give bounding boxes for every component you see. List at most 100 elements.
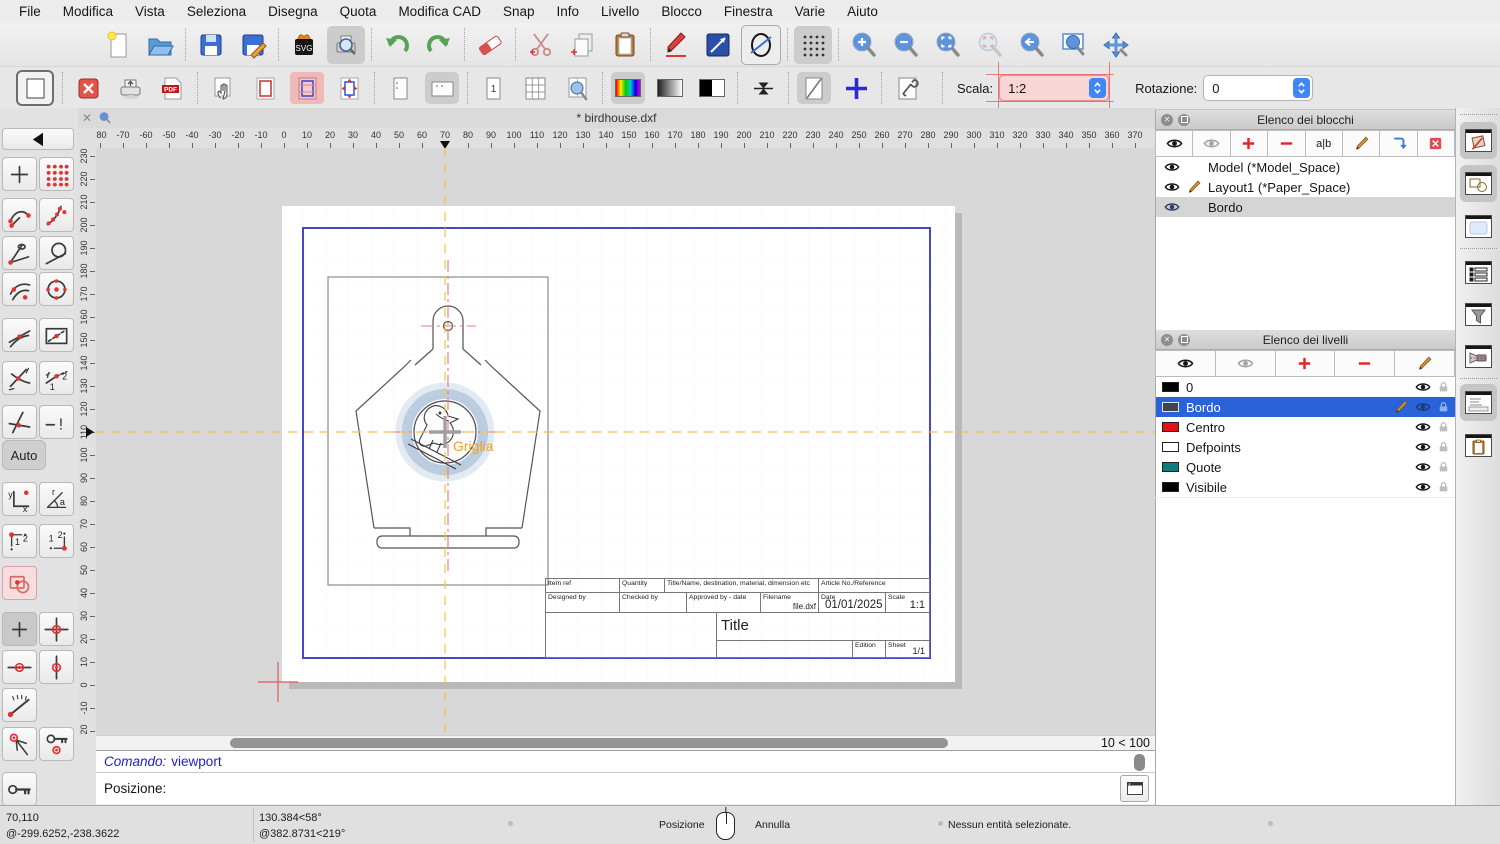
key-lock-button[interactable] bbox=[2, 772, 37, 806]
menu-varie[interactable]: Varie bbox=[784, 4, 837, 19]
page-border-icon[interactable] bbox=[248, 72, 282, 104]
layer-color-swatch[interactable] bbox=[1162, 422, 1179, 432]
close-layout-icon[interactable] bbox=[71, 72, 105, 104]
zero-target-button[interactable] bbox=[39, 612, 74, 646]
console-window-button[interactable] bbox=[1120, 775, 1149, 802]
entity-list-icon[interactable] bbox=[1460, 254, 1497, 291]
block-panel-float-icon[interactable] bbox=[1178, 114, 1190, 126]
select-entities-button[interactable] bbox=[2, 566, 37, 600]
crosshair-icon[interactable] bbox=[839, 72, 873, 104]
command-window-icon[interactable] bbox=[1460, 384, 1497, 421]
color-mode-icon[interactable] bbox=[611, 72, 645, 104]
coords-cartesian-button[interactable]: yx bbox=[2, 482, 37, 516]
menu-quota[interactable]: Quota bbox=[329, 4, 388, 19]
blackwhite-mode-icon[interactable] bbox=[695, 72, 729, 104]
block-rename-button[interactable]: a|b bbox=[1305, 130, 1343, 157]
menu-livello[interactable]: Livello bbox=[590, 4, 650, 19]
layer-add-button[interactable] bbox=[1275, 350, 1336, 377]
zoom-previous-icon[interactable] bbox=[1013, 26, 1051, 64]
lock-icon[interactable] bbox=[1437, 379, 1450, 395]
block-row-bordo[interactable]: Bordo bbox=[1156, 197, 1455, 217]
print-preview-icon[interactable] bbox=[327, 26, 365, 64]
layer-row-centro[interactable]: Centro bbox=[1156, 417, 1455, 437]
snap-center-button[interactable] bbox=[39, 272, 74, 306]
block-row-model[interactable]: Model (*Model_Space) bbox=[1156, 157, 1455, 177]
snap-free-button[interactable] bbox=[2, 157, 37, 191]
block-insert-button[interactable] bbox=[1379, 130, 1417, 157]
eye-icon[interactable] bbox=[1415, 419, 1431, 435]
clipboard-view-icon[interactable] bbox=[1460, 427, 1497, 464]
angle-gauge-button[interactable] bbox=[2, 688, 37, 722]
save-icon[interactable] bbox=[192, 26, 230, 64]
zoom-page-icon[interactable] bbox=[560, 72, 594, 104]
pointer-target-button[interactable] bbox=[2, 727, 37, 761]
view-projector-icon[interactable] bbox=[1460, 338, 1497, 375]
snap-endpoints-button[interactable] bbox=[2, 198, 37, 232]
export-svg-icon[interactable]: SVG bbox=[285, 26, 323, 64]
zoom-out-icon[interactable] bbox=[887, 26, 925, 64]
layer-remove-button[interactable] bbox=[1334, 350, 1395, 377]
viewport-icon[interactable] bbox=[332, 72, 366, 104]
layer-show-all-button[interactable] bbox=[1155, 350, 1216, 377]
zero-horizontal-button[interactable] bbox=[2, 650, 37, 684]
snap-auto-button[interactable]: Auto bbox=[2, 440, 46, 470]
block-show-all-button[interactable] bbox=[1155, 130, 1193, 157]
layer-hide-all-button[interactable] bbox=[1215, 350, 1276, 377]
lock-relative-zero-button[interactable] bbox=[39, 727, 74, 761]
lock-icon[interactable] bbox=[1437, 439, 1450, 455]
lock-icon[interactable] bbox=[1437, 419, 1450, 435]
snap-tangent-button[interactable] bbox=[39, 236, 74, 270]
eye-icon[interactable] bbox=[1415, 399, 1431, 415]
pen-edit-icon[interactable] bbox=[657, 26, 695, 64]
block-delete-button[interactable] bbox=[1417, 130, 1455, 157]
multi-page-icon[interactable] bbox=[518, 72, 552, 104]
snap-nearest-button[interactable] bbox=[2, 272, 37, 306]
eye-icon[interactable] bbox=[1415, 379, 1431, 395]
menu-finestra[interactable]: Finestra bbox=[713, 4, 784, 19]
menu-info[interactable]: Info bbox=[546, 4, 591, 19]
back-button[interactable] bbox=[2, 128, 74, 150]
eye-icon[interactable] bbox=[1164, 179, 1180, 195]
layer-color-swatch[interactable] bbox=[1162, 462, 1179, 472]
layer-edit-button[interactable] bbox=[1394, 350, 1455, 377]
corner-b-button[interactable]: 12 bbox=[39, 524, 74, 558]
current-layout-icon[interactable] bbox=[16, 70, 54, 106]
position-input[interactable] bbox=[172, 776, 1114, 801]
lock-icon[interactable] bbox=[1437, 399, 1450, 415]
menu-blocco[interactable]: Blocco bbox=[650, 4, 713, 19]
layer-color-swatch[interactable] bbox=[1162, 382, 1179, 392]
block-row-layout1[interactable]: Layout1 (*Paper_Space) bbox=[1156, 177, 1455, 197]
restrict-orthogonal-button[interactable] bbox=[2, 405, 37, 439]
menu-vista[interactable]: Vista bbox=[124, 4, 176, 19]
scale-stepper[interactable] bbox=[1089, 78, 1106, 98]
open-file-icon[interactable] bbox=[141, 26, 179, 64]
snap-intersection-manual-button[interactable]: 12 bbox=[39, 361, 74, 395]
menu-snap[interactable]: Snap bbox=[492, 4, 546, 19]
horizontal-scrollbar[interactable]: 10 < 100 bbox=[96, 735, 1155, 751]
block-list-icon[interactable] bbox=[1460, 165, 1497, 202]
paste-icon[interactable] bbox=[606, 26, 644, 64]
save-as-icon[interactable] bbox=[234, 26, 272, 64]
snap-perpendicular-button[interactable] bbox=[2, 236, 37, 270]
library-browser-icon[interactable] bbox=[1460, 122, 1497, 159]
console-scrollbar-thumb[interactable] bbox=[1134, 754, 1145, 771]
coords-polar-button[interactable]: ra bbox=[39, 482, 74, 516]
eye-icon[interactable] bbox=[1164, 159, 1180, 175]
snap-middle-button[interactable] bbox=[2, 318, 37, 352]
eye-icon[interactable] bbox=[1415, 459, 1431, 475]
lock-icon[interactable] bbox=[1437, 479, 1450, 495]
scale-combo[interactable]: 1:2 bbox=[999, 75, 1109, 101]
eye-icon[interactable] bbox=[1164, 199, 1180, 215]
block-edit-button[interactable] bbox=[1342, 130, 1380, 157]
horizontal-scrollbar-thumb[interactable] bbox=[230, 738, 948, 748]
grid-toggle-icon[interactable] bbox=[794, 26, 832, 64]
menu-modifica-cad[interactable]: Modifica CAD bbox=[387, 4, 492, 19]
single-page-icon[interactable]: 1 bbox=[476, 72, 510, 104]
snap-grid-button[interactable] bbox=[39, 157, 74, 191]
block-hide-all-button[interactable] bbox=[1192, 130, 1230, 157]
print-export-icon[interactable] bbox=[113, 72, 147, 104]
menu-seleziona[interactable]: Seleziona bbox=[176, 4, 257, 19]
layer-color-swatch[interactable] bbox=[1162, 442, 1179, 452]
zero-vertical-button[interactable] bbox=[39, 650, 74, 684]
ellipse-attributes-icon[interactable] bbox=[741, 25, 781, 65]
